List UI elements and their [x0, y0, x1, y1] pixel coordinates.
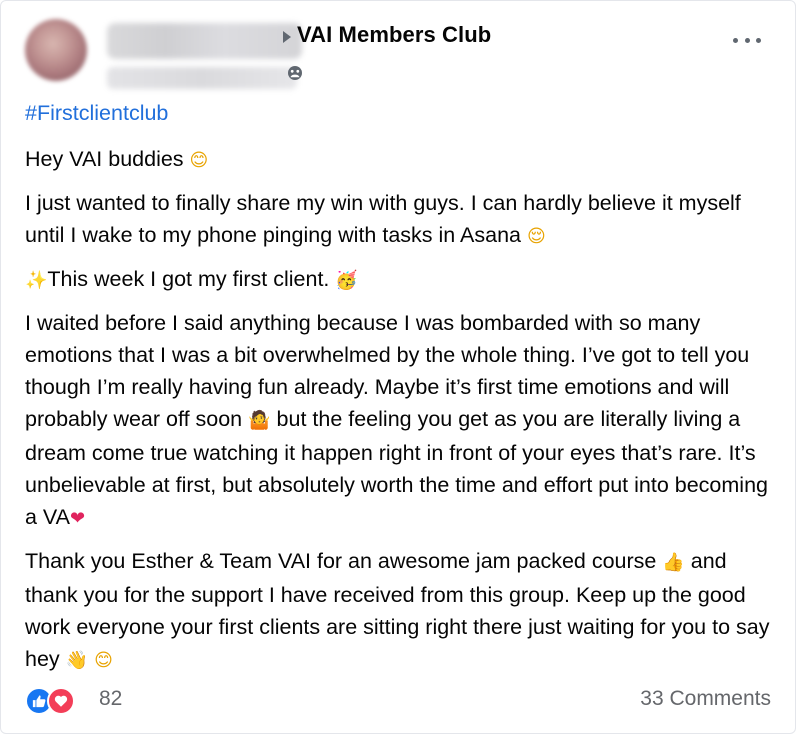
- post-paragraph: I just wanted to finally share my win wi…: [25, 187, 777, 253]
- love-icon: [47, 687, 75, 715]
- group-name-link[interactable]: VAI Members Club: [297, 22, 491, 48]
- post-header: VAI Members Club: [25, 15, 771, 89]
- paragraph-text: I just wanted to finally share my win wi…: [25, 191, 741, 247]
- comments-count-link[interactable]: 33 Comments: [640, 687, 771, 711]
- sparkles-emoji-icon: ✨: [25, 270, 48, 291]
- heart-emoji-icon: ❤: [70, 508, 86, 529]
- post-paragraph: Hey VAI buddies 😊: [25, 143, 777, 177]
- post-paragraph: Thank you Esther & Team VAI for an aweso…: [25, 545, 777, 677]
- reactions-summary[interactable]: [25, 687, 85, 717]
- wave-emoji-icon: 👋: [65, 650, 89, 671]
- group-privacy-icon: [288, 66, 302, 80]
- post-paragraph: I waited before I said anything because …: [25, 307, 777, 535]
- author-avatar[interactable]: [25, 19, 87, 81]
- paragraph-text: This week I got my first client.: [47, 267, 330, 291]
- post-meta-redacted: [107, 67, 297, 89]
- smile-emoji-icon: 😊: [94, 650, 113, 671]
- paragraph-text: Hey VAI buddies: [25, 147, 184, 171]
- arrow-right-icon: [283, 31, 291, 43]
- post-footer: 82 33 Comments: [25, 685, 771, 719]
- post-paragraph: ✨This week I got my first client. 🥳: [25, 263, 777, 297]
- post-card: VAI Members Club #Firstclientclub Hey VA…: [0, 0, 796, 734]
- reaction-count[interactable]: 82: [99, 687, 122, 711]
- party-emoji-icon: 🥳: [335, 270, 358, 291]
- relieved-emoji-icon: 😌: [526, 226, 546, 247]
- paragraph-text: Thank you Esther & Team VAI for an aweso…: [25, 549, 657, 573]
- author-name-redacted[interactable]: [107, 23, 302, 59]
- hashtag-link[interactable]: #Firstclientclub: [25, 97, 777, 129]
- more-options-icon[interactable]: [733, 35, 761, 45]
- thumbs-up-emoji-icon: 👍: [662, 552, 685, 573]
- post-body: #Firstclientclub Hey VAI buddies 😊 I jus…: [25, 97, 777, 687]
- smile-emoji-icon: 😊: [189, 150, 209, 171]
- shrug-emoji-icon: 🤷: [248, 410, 271, 431]
